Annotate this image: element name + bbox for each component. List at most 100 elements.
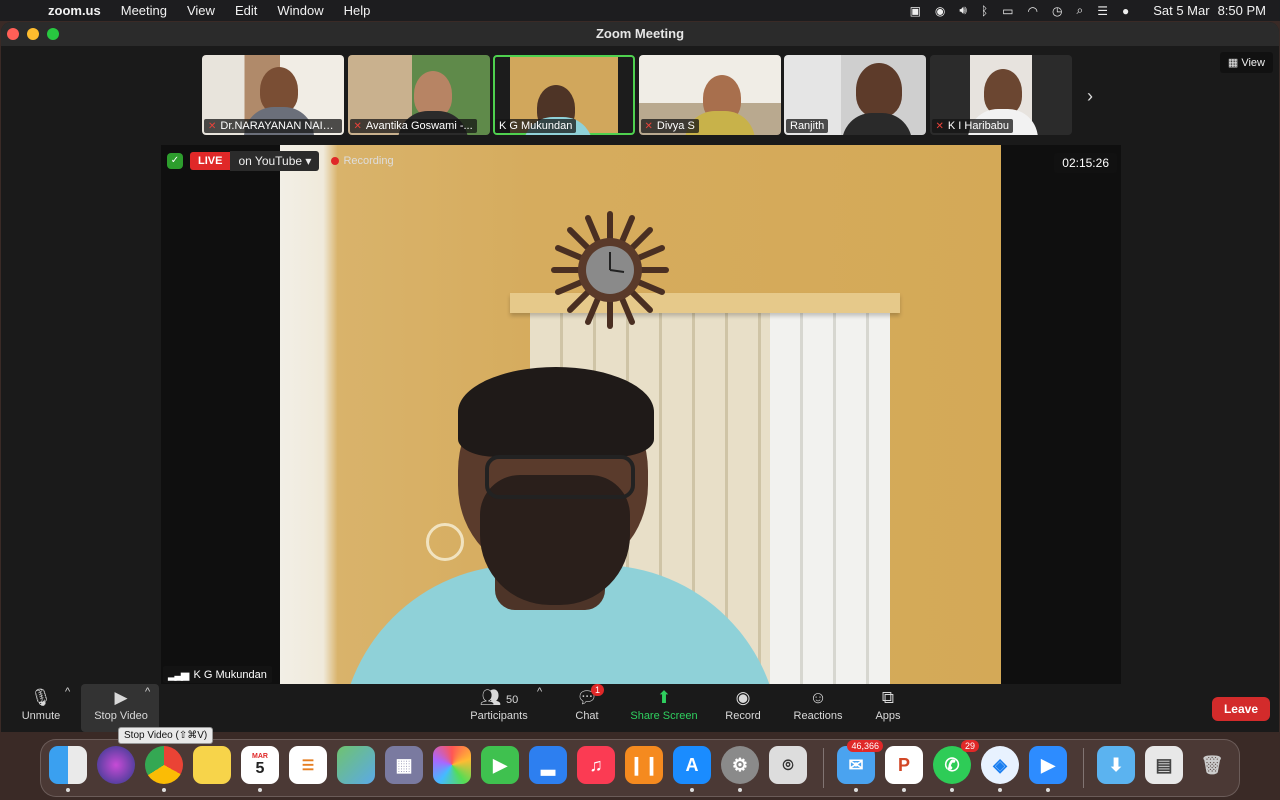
minimize-window-button[interactable] — [27, 28, 39, 40]
view-button[interactable]: ▦ View — [1219, 52, 1273, 73]
volume-icon[interactable]: 🔊︎ — [959, 3, 967, 18]
participant-name-label: K G Mukundan — [495, 119, 577, 133]
participant-strip: ✕ Dr.NARAYANAN NAIR... ✕ Avantika Goswami … — [202, 55, 1075, 135]
wifi-icon[interactable]: ◠ — [1028, 4, 1038, 18]
zoom-window: Zoom Meeting ✕ Dr.NARAYANAN NAIR... ✕ Avan… — [1, 22, 1279, 732]
fullscreen-window-button[interactable] — [47, 28, 59, 40]
speaker-glasses — [485, 455, 635, 499]
participants-options-chevron-icon[interactable]: ^ — [537, 686, 542, 698]
books-icon[interactable]: ❙❙ — [625, 746, 663, 784]
video-options-chevron-icon[interactable]: ^ — [145, 686, 150, 698]
earphone-cable — [426, 523, 464, 561]
recording-indicator[interactable]: Recording — [331, 155, 394, 167]
whatsapp-icon[interactable]: ✆ 29 — [933, 740, 979, 792]
participants-count: 50 — [506, 694, 519, 706]
zoom-icon[interactable]: ▶︎ — [1029, 746, 1067, 792]
apps-button[interactable]: ⧉ Apps — [873, 686, 903, 722]
bluetooth-icon[interactable]: ᛒ — [981, 4, 988, 18]
search-icon[interactable]: ⌕ — [1076, 3, 1083, 18]
video-camera-icon: ▶︎ — [114, 688, 128, 707]
powerpoint-icon[interactable]: P — [885, 746, 923, 792]
stop-video-button[interactable]: ▶︎ Stop Video — [89, 686, 153, 722]
participants-icon: 👥︎ — [479, 688, 502, 707]
downloads-folder-icon[interactable]: ⬇︎ — [1097, 746, 1135, 784]
finder-icon[interactable] — [49, 746, 87, 792]
calendar-month: MAR — [252, 752, 268, 760]
signal-strength-icon: ▂▃▅ — [168, 669, 189, 681]
reactions-button[interactable]: ☺︎ Reactions — [791, 686, 845, 722]
participant-name-label: ✕ Dr.NARAYANAN NAIR... — [204, 119, 342, 133]
time-machine-icon[interactable]: ◷ — [1052, 4, 1062, 18]
screenshot-icon[interactable]: ⌾ — [769, 746, 807, 784]
participant-tile[interactable]: ✕ Avantika Goswami -... — [347, 55, 490, 135]
menu-bar: zoom.us Meeting View Edit Window Help ▣ … — [0, 0, 1280, 21]
launchpad-icon[interactable]: ▦ — [385, 746, 423, 784]
dock-separator — [823, 748, 824, 788]
facetime-icon[interactable]: ▶︎ — [481, 746, 519, 784]
speaker-name-label: ▂▃▅ K G Mukundan — [163, 666, 272, 683]
trash-icon[interactable]: 🗑︎ — [1193, 746, 1231, 784]
participant-tile[interactable]: ✕ Divya S — [638, 55, 781, 135]
smiley-add-icon: ☺︎ — [809, 688, 827, 707]
menubar-clock[interactable]: Sat 5 Mar 8:50 PM — [1145, 3, 1266, 18]
dock-separator — [1083, 748, 1084, 788]
zoom-status-icon[interactable]: ▣ — [910, 4, 921, 18]
keynote-icon[interactable]: ▂ — [529, 746, 567, 784]
participant-name-label: ✕ Divya S — [640, 119, 699, 133]
mail-icon[interactable]: ✉︎ 46,366 — [837, 740, 883, 792]
reminders-icon[interactable]: ☰ — [289, 746, 327, 784]
audio-options-chevron-icon[interactable]: ^ — [65, 686, 70, 698]
participant-tile[interactable]: Ranjith — [784, 55, 926, 135]
menu-help[interactable]: Help — [344, 3, 371, 18]
mic-muted-icon: ✕ — [353, 121, 362, 132]
chrome-icon[interactable] — [145, 746, 183, 792]
menu-app-name[interactable]: zoom.us — [48, 3, 101, 18]
participant-tile[interactable]: ✕ Dr.NARAYANAN NAIR... — [202, 55, 344, 135]
menu-window[interactable]: Window — [277, 3, 323, 18]
leave-button[interactable]: Leave — [1211, 697, 1270, 721]
calendar-day: 5 — [255, 759, 265, 777]
chevron-right-icon[interactable]: › — [1087, 86, 1093, 107]
title-bar: Zoom Meeting — [1, 22, 1279, 46]
record-button[interactable]: ◉ Record — [723, 686, 763, 722]
menu-meeting[interactable]: Meeting — [121, 3, 167, 18]
safari-icon[interactable]: ◈ — [981, 746, 1019, 792]
meeting-toolbar: 🎙︎ Unmute ^ ▶︎ Stop Video ^ 👥︎ 50 Partic… — [1, 684, 1279, 732]
calendar-icon[interactable]: MAR 5 — [241, 746, 279, 792]
record-icon: ◉ — [735, 688, 751, 707]
menubar-time: 8:50 PM — [1217, 3, 1266, 18]
siri-app-icon[interactable] — [97, 746, 135, 784]
siri-icon[interactable]: ● — [1122, 4, 1129, 18]
accessibility-icon[interactable]: ◉ — [935, 4, 945, 18]
participant-tile[interactable]: ✕ K I Haribabu — [929, 55, 1072, 135]
control-center-icon[interactable]: ☰ — [1097, 4, 1108, 18]
share-screen-button[interactable]: ⬆︎ Share Screen — [629, 686, 699, 722]
participant-tile-active[interactable]: K G Mukundan — [493, 55, 635, 135]
mic-muted-icon: ✕ — [208, 121, 217, 132]
unmute-button[interactable]: 🎙︎ Unmute — [19, 686, 63, 722]
system-preferences-icon[interactable]: ⚙︎ — [721, 746, 759, 792]
music-icon[interactable]: ♫ — [577, 746, 615, 784]
photos-icon[interactable] — [433, 746, 471, 784]
wall-clock-icon — [551, 211, 669, 329]
menu-view[interactable]: View — [187, 3, 215, 18]
macos-dock: MAR 5 ☰ ▦ ▶︎ ▂ ♫ ❙❙ A ⚙︎ ⌾ ✉︎ 46,366 P ✆ 2… — [40, 739, 1240, 797]
youtube-stream-dropdown[interactable]: on YouTube ▾ — [230, 151, 320, 171]
battery-icon[interactable]: ▭ — [1002, 4, 1013, 18]
chat-button[interactable]: 💬︎ 1 Chat — [571, 684, 605, 722]
speaker-hair — [458, 367, 654, 457]
notes-icon[interactable] — [193, 746, 231, 784]
participants-button[interactable]: 👥︎ 50 Participants — [467, 686, 531, 722]
app-store-icon[interactable]: A — [673, 746, 711, 792]
participant-name-label: Ranjith — [786, 119, 829, 133]
close-window-button[interactable] — [7, 28, 19, 40]
live-badge[interactable]: LIVE — [190, 152, 231, 170]
chrome-window-preview-icon[interactable]: ▤ — [1145, 746, 1183, 784]
mic-muted-icon: ✕ — [935, 121, 944, 132]
maps-icon[interactable] — [337, 746, 375, 784]
menu-edit[interactable]: Edit — [235, 3, 257, 18]
speaker-video — [280, 145, 1001, 685]
shield-icon[interactable]: ✓ — [167, 153, 183, 169]
live-stream-bar: ✓ LIVE on YouTube ▾ Recording — [167, 151, 394, 171]
participant-name-label: ✕ K I Haribabu — [931, 119, 1014, 133]
